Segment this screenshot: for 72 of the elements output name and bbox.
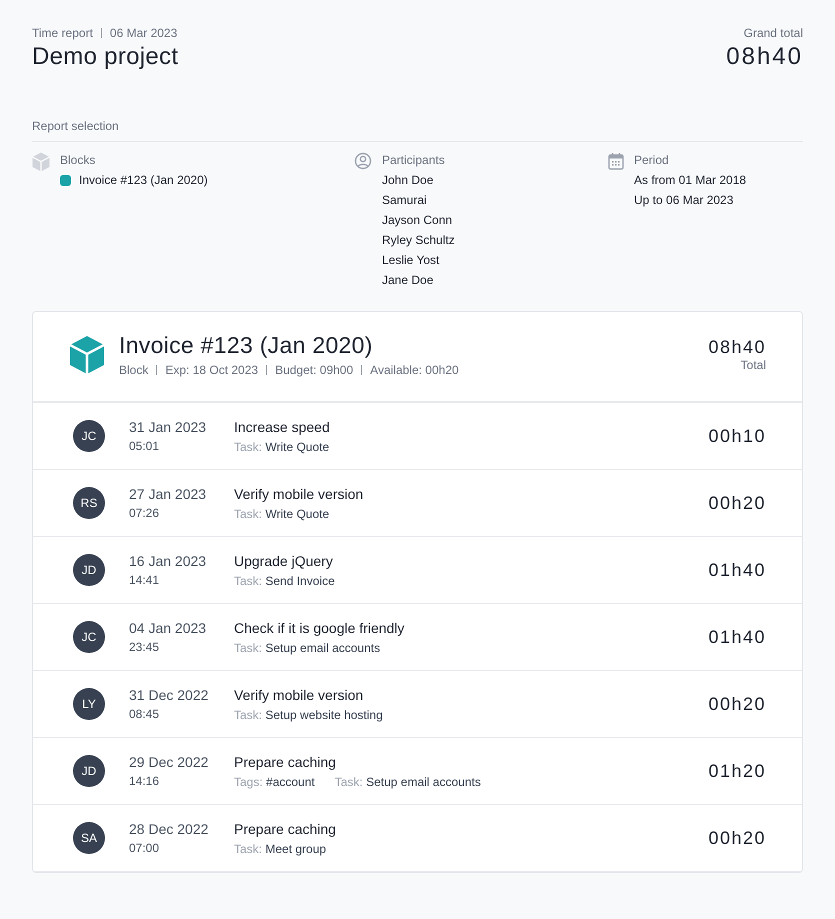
- participant-name: Samurai: [382, 193, 428, 207]
- avatar: LY: [73, 688, 105, 720]
- entry-detail: Task: Send Invoice: [234, 574, 335, 588]
- blocks-label: Blocks: [60, 153, 96, 167]
- entry-duration: 01h20: [708, 760, 766, 782]
- entry-title: Increase speed: [234, 418, 331, 434]
- entry-detail: Task: Meet group: [234, 842, 326, 856]
- entry-duration: 00h20: [708, 694, 766, 714]
- entry-title: Verify mobile version: [234, 686, 364, 702]
- entry-detail: Tags: #account: [234, 774, 315, 788]
- section-title: Report selection: [32, 119, 803, 142]
- entry-time: 05:01: [129, 439, 160, 453]
- report-date: 06 Mar 2023: [110, 26, 178, 40]
- participant-name: Jane Doe: [382, 273, 434, 287]
- entry-date: 04 Jan 2023: [129, 620, 208, 636]
- entry-time: 14:16: [129, 774, 160, 788]
- entry-time: 07:00: [129, 841, 160, 855]
- grand-total-label: Grand total: [744, 26, 803, 40]
- entry-detail: Task: Setup email accounts: [334, 774, 481, 788]
- entry-title: Prepare caching: [234, 820, 337, 836]
- cube-icon: [69, 334, 105, 374]
- entry-date: 27 Jan 2023: [129, 486, 208, 502]
- participant-name: Leslie Yost: [382, 253, 440, 267]
- entry-date: 16 Jan 2023: [129, 553, 208, 569]
- block-total-label: Total: [740, 358, 766, 372]
- entry-duration: 00h10: [708, 426, 766, 446]
- avatar: JC: [73, 621, 105, 653]
- block-title: Invoice #123 (Jan 2020): [119, 332, 374, 359]
- avatar: JD: [73, 755, 105, 787]
- entry-duration: 01h40: [708, 560, 766, 580]
- block-meta: Available: 00h20: [370, 363, 459, 377]
- report-type: Time report: [32, 26, 93, 40]
- entry-detail: Task: Setup email accounts: [234, 640, 380, 654]
- block-meta: Budget: 09h00: [275, 363, 354, 377]
- entry-detail: Task: Write Quote: [234, 506, 330, 520]
- avatar: RS: [73, 487, 105, 519]
- entry-title: Prepare caching: [234, 754, 337, 770]
- avatar: JC: [73, 420, 105, 452]
- period-label: Period: [634, 153, 670, 167]
- avatar: JD: [73, 554, 105, 586]
- entry-date: 29 Dec 2022: [129, 754, 210, 770]
- person-icon: [354, 152, 372, 170]
- participant-name: Jayson Conn: [382, 213, 454, 227]
- grand-total-value: 08h40: [726, 43, 803, 71]
- participants-label: Participants: [382, 153, 446, 167]
- entry-title: Verify mobile version: [234, 486, 364, 502]
- entry-date: 31 Jan 2023: [129, 419, 208, 435]
- block-total-value: 08h40: [708, 337, 766, 358]
- participant-name: Ryley Schultz: [382, 233, 455, 247]
- entry-time: 23:45: [129, 640, 160, 654]
- entry-duration: 00h20: [708, 492, 766, 514]
- entry-detail: Task: Setup website hosting: [234, 708, 383, 722]
- project-title: Demo project: [32, 43, 178, 71]
- period-value: Up to 06 Mar 2023: [634, 193, 734, 207]
- entry-time: 08:45: [129, 707, 160, 721]
- entry-time: 07:26: [129, 506, 160, 520]
- calendar-icon: [608, 152, 624, 170]
- entry-time: 14:41: [129, 573, 160, 587]
- entry-duration: 01h40: [708, 626, 766, 648]
- block-meta: Block: [119, 363, 148, 377]
- entry-title: Check if it is google friendly: [234, 620, 406, 636]
- entry-date: 28 Dec 2022: [129, 821, 210, 837]
- participant-name: John Doe: [382, 173, 434, 187]
- cube-icon: [32, 152, 50, 172]
- block-meta: Exp: 18 Oct 2023: [165, 363, 258, 377]
- entry-date: 31 Dec 2022: [129, 687, 210, 703]
- entry-title: Upgrade jQuery: [234, 552, 334, 568]
- entry-detail: Task: Write Quote: [234, 440, 330, 454]
- entry-duration: 00h20: [708, 828, 766, 848]
- avatar: SA: [73, 822, 105, 854]
- period-value: As from 01 Mar 2018: [634, 173, 746, 187]
- block-name: Invoice #123 (Jan 2020): [79, 173, 208, 187]
